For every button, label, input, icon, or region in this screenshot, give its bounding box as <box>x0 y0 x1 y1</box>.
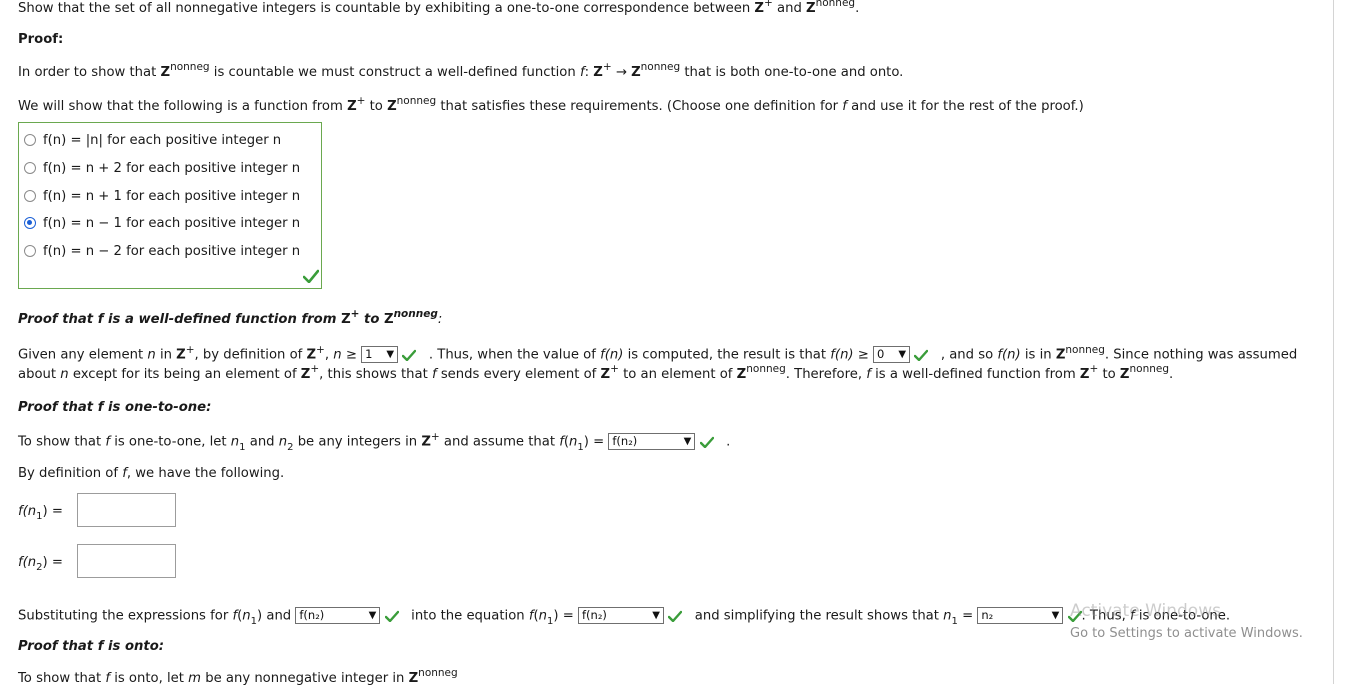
activate-windows-subtitle: Go to Settings to activate Windows. <box>1070 626 1303 641</box>
option-n-plus-2[interactable]: f(n) = n + 2 for each positive integer n <box>24 158 300 178</box>
fn2-answer-input[interactable] <box>77 544 176 578</box>
oto-heading: Proof that f is one-to-one: <box>18 400 212 415</box>
proof-label: Proof: <box>18 32 64 47</box>
function-choice-group: f(n) = |n| for each positive integer n f… <box>18 122 322 289</box>
correct-check-icon <box>914 349 929 361</box>
correct-check-icon <box>699 436 714 448</box>
assume-equal-select[interactable]: f(n₂) ▼ <box>608 433 696 450</box>
onto-heading: Proof that f is onto: <box>18 639 165 654</box>
correct-check-icon <box>668 610 683 622</box>
radio-button-selected[interactable] <box>24 217 36 229</box>
option-abs-n[interactable]: f(n) = |n| for each positive integer n <box>24 130 281 150</box>
option-n-minus-2[interactable]: f(n) = n − 2 for each positive integer n <box>24 241 300 261</box>
radio-button[interactable] <box>24 190 36 202</box>
activate-windows-title: Activate Windows <box>1070 601 1221 621</box>
correct-check-icon <box>402 349 417 361</box>
option-n-plus-1[interactable]: f(n) = n + 1 for each positive integer n <box>24 186 300 206</box>
substitution-line: Substituting the expressions for f(n1) a… <box>18 607 1231 627</box>
correct-check-icon <box>384 610 399 622</box>
problem-statement: Show that the set of all nonnegative int… <box>18 0 860 16</box>
fn2-label: f(n2) = <box>18 555 63 573</box>
proof-intro: In order to show that Znonneg is countab… <box>18 61 904 80</box>
radio-button[interactable] <box>24 245 36 257</box>
equation-select[interactable]: f(n₂) ▼ <box>578 607 664 624</box>
conclusion-select[interactable]: n₂ ▼ <box>977 607 1064 624</box>
result-bound-select[interactable]: 0 ▼ <box>873 346 911 363</box>
choose-instruction: We will show that the following is a fun… <box>18 95 1084 114</box>
correct-check-icon <box>303 269 319 283</box>
option-n-minus-1[interactable]: f(n) = n − 1 for each positive integer n <box>24 213 300 233</box>
page-right-border <box>1333 0 1334 684</box>
wd-line-1: Given any element n in Z+, by definition… <box>18 343 1298 363</box>
wd-heading: Proof that f is a well-defined function … <box>18 308 443 327</box>
radio-button[interactable] <box>24 162 36 174</box>
substitute-select[interactable]: f(n₂) ▼ <box>295 607 381 624</box>
radio-button[interactable] <box>24 134 36 146</box>
fn1-label: f(n1) = <box>18 504 63 522</box>
wd-line-2: about n except for its being an element … <box>18 363 1174 382</box>
lower-bound-select[interactable]: 1 ▼ <box>361 346 399 363</box>
oto-line-1: To show that f is one-to-one, let n1 and… <box>18 430 731 453</box>
fn1-answer-input[interactable] <box>77 493 176 527</box>
oto-line-2: By definition of f, we have the followin… <box>18 466 285 481</box>
